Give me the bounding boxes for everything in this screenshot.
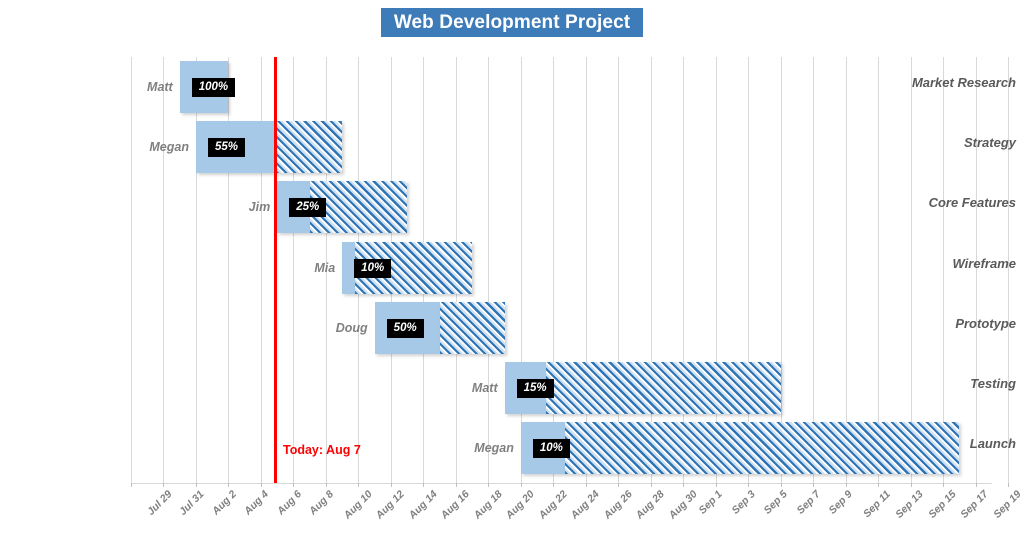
gantt-bar-remaining[interactable] — [439, 301, 505, 354]
x-axis-tick-label: Sep 19 — [990, 488, 1024, 521]
x-axis-tick — [163, 483, 165, 487]
task-percent-label: 15% — [516, 379, 554, 398]
x-axis-tick-label: Aug 16 — [438, 488, 473, 522]
y-axis-category-label: Core Features — [928, 195, 1016, 211]
x-axis-tick-label: Aug 12 — [373, 488, 408, 522]
x-axis-tick-label: Jul 29 — [145, 488, 175, 518]
x-axis-tick — [780, 483, 782, 487]
x-axis-tick-label: Aug 2 — [209, 488, 239, 518]
x-axis-tick — [975, 483, 977, 487]
x-axis-tick-label: Sep 11 — [860, 488, 893, 521]
gridline — [131, 57, 132, 483]
gridline — [585, 57, 587, 483]
gridline — [163, 57, 165, 483]
gridline — [715, 57, 717, 483]
x-axis-tick-label: Sep 5 — [761, 488, 791, 517]
x-axis-tick — [455, 483, 457, 487]
x-axis-tick-label: Aug 20 — [503, 488, 538, 522]
x-axis-tick — [553, 483, 555, 487]
gridline — [618, 57, 620, 483]
x-axis-tick-label: Aug 14 — [406, 488, 440, 522]
x-axis-tick-label: Sep 17 — [958, 488, 991, 521]
gantt-bar-remaining[interactable] — [276, 121, 343, 174]
x-axis-tick — [131, 483, 132, 487]
gantt-bar-remaining[interactable] — [546, 362, 781, 414]
x-axis-tick-label: Sep 3 — [729, 488, 758, 517]
x-axis-tick — [293, 483, 295, 487]
gridline — [683, 57, 685, 483]
x-axis-tick — [423, 483, 425, 487]
x-axis-tick — [715, 483, 717, 487]
x-axis-tick — [878, 483, 880, 487]
gridline — [845, 57, 847, 483]
x-axis-tick — [488, 483, 490, 487]
x-axis-tick-label: Aug 22 — [536, 488, 570, 522]
gantt-chart: Web Development Project Market Research S… — [0, 0, 1024, 540]
x-axis-tick-label: Aug 6 — [274, 488, 304, 518]
task-percent-label: 10% — [354, 258, 392, 278]
task-percent-label: 50% — [386, 318, 424, 338]
x-axis-tick-label: Aug 28 — [633, 488, 668, 522]
task-owner-label: Jim — [248, 200, 271, 215]
gridline — [488, 57, 490, 483]
x-axis-tick — [358, 483, 360, 487]
y-axis-category-label: Market Research — [911, 75, 1016, 90]
x-axis-tick-label: Aug 4 — [242, 488, 272, 518]
x-axis-tick — [910, 483, 912, 487]
chart-title: Web Development Project — [381, 8, 643, 37]
gridline — [748, 57, 750, 483]
x-axis-tick-label: Sep 1 — [696, 488, 726, 517]
gridline — [650, 57, 652, 483]
task-percent-label: 25% — [289, 198, 327, 218]
x-axis-tick-label: Sep 13 — [893, 488, 926, 521]
gridline — [520, 57, 522, 483]
x-axis-tick-label: Aug 24 — [568, 488, 603, 522]
task-owner-label: Doug — [335, 320, 368, 335]
task-owner-label: Megan — [474, 441, 514, 456]
y-axis-category-label: Strategy — [963, 135, 1016, 151]
task-percent-label: 10% — [532, 439, 570, 459]
x-axis-tick — [748, 483, 750, 487]
x-axis-tick — [390, 483, 392, 487]
x-axis-tick-label: Aug 30 — [666, 488, 700, 522]
task-owner-label: Mia — [314, 260, 336, 275]
today-marker-label: Today: Aug 7 — [283, 443, 361, 457]
task-owner-label: Megan — [149, 140, 189, 155]
x-axis-tick-label: Sep 15 — [925, 488, 959, 521]
x-axis-tick-label: Sep 7 — [794, 488, 823, 517]
x-axis-tick — [683, 483, 685, 487]
x-axis-tick — [325, 483, 327, 487]
x-axis-tick — [1008, 483, 1010, 487]
task-owner-label: Matt — [147, 80, 173, 94]
x-axis-tick — [195, 483, 197, 487]
x-axis-tick-label: Aug 8 — [307, 488, 337, 518]
y-axis-category-label: Testing — [970, 376, 1016, 391]
today-marker-line — [274, 57, 277, 483]
x-axis-tick-label: Sep 9 — [826, 488, 856, 517]
x-axis-tick-label: Aug 10 — [341, 488, 375, 522]
task-percent-label: 55% — [207, 138, 245, 158]
y-axis-category-label: Prototype — [955, 315, 1016, 331]
x-axis-tick — [813, 483, 815, 487]
x-axis-tick-label: Jul 31 — [177, 488, 208, 518]
x-axis-tick — [618, 483, 620, 487]
task-owner-label: Matt — [471, 381, 498, 395]
gridline — [780, 57, 782, 483]
gantt-bar[interactable] — [520, 422, 960, 475]
x-axis-tick — [650, 483, 652, 487]
y-axis-category-label: Wireframe — [952, 255, 1016, 271]
x-axis-tick — [260, 483, 262, 487]
x-axis-tick — [845, 483, 847, 487]
x-axis-tick-label: Aug 26 — [601, 488, 635, 522]
gantt-bar-remaining[interactable] — [564, 422, 960, 475]
gridline — [813, 57, 815, 483]
x-axis-tick — [943, 483, 945, 487]
gridline — [878, 57, 880, 483]
x-axis-tick — [520, 483, 522, 487]
x-axis-tick — [228, 483, 230, 487]
task-percent-label: 100% — [191, 78, 236, 97]
x-axis-tick — [585, 483, 587, 487]
gridline — [553, 57, 555, 483]
x-axis-tick-label: Aug 18 — [471, 488, 505, 522]
